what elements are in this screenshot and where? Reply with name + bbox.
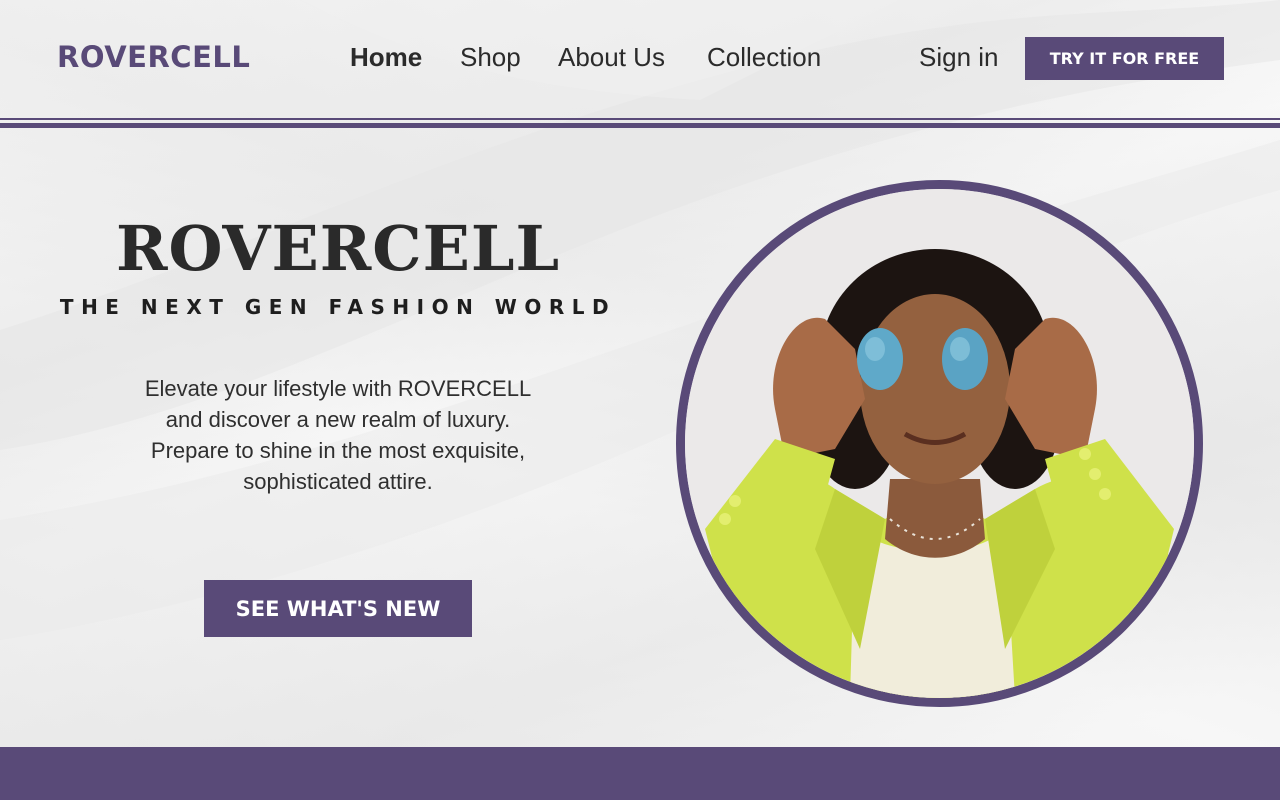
try-free-button[interactable]: TRY IT FOR FREE [1025,37,1224,80]
hero-description-line: Elevate your lifestyle with ROVERCELL [144,376,532,401]
nav-about-link[interactable]: About Us [558,42,665,73]
hero-description: Elevate your lifestyle with ROVERCELL an… [118,373,558,497]
nav-home-link[interactable]: Home [350,42,422,73]
hero-description-line: and discover a new realm of luxury. [165,407,511,432]
header-divider-thick [0,123,1280,128]
sign-in-link[interactable]: Sign in [919,42,999,73]
nav-collection-link[interactable]: Collection [707,42,821,73]
brand-logo[interactable]: ROVERCELL [57,40,250,74]
hero-title: ROVERCELL [115,212,561,285]
nav-shop-link[interactable]: Shop [460,42,521,73]
hero-description-line: sophisticated attire. [243,469,433,494]
hero-description-line: Prepare to shine in the most exquisite, [150,438,526,463]
see-whats-new-button[interactable]: SEE WHAT'S NEW [204,580,472,637]
footer-band [0,747,1280,800]
header-divider-thin [0,118,1280,120]
hero-subtitle: THE NEXT GEN FASHION WORLD [59,295,617,319]
portrait-photo-icon [685,189,1194,698]
hero-portrait-image [676,180,1203,707]
top-navigation-bar: ROVERCELL Home Shop About Us Collection … [0,0,1280,118]
